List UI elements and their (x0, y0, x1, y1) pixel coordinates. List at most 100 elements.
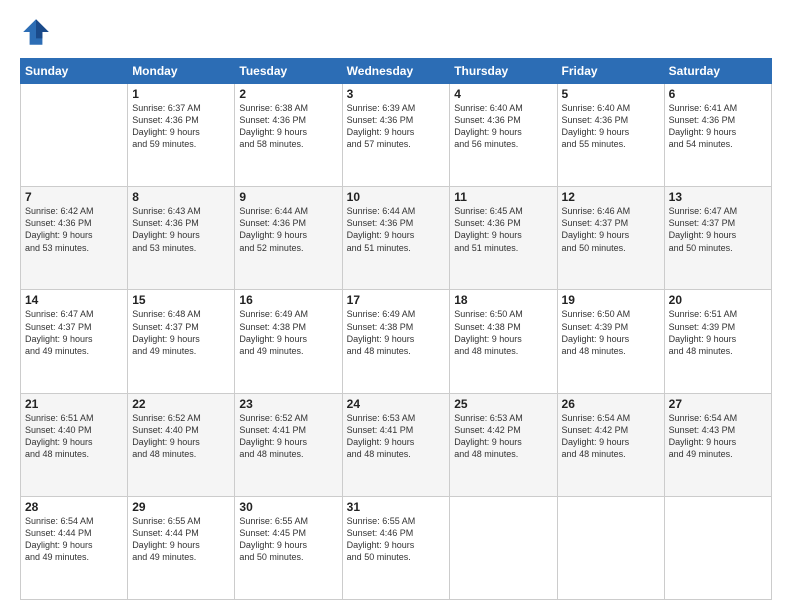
calendar-cell: 31Sunrise: 6:55 AMSunset: 4:46 PMDayligh… (342, 496, 450, 599)
calendar-cell: 1Sunrise: 6:37 AMSunset: 4:36 PMDaylight… (128, 84, 235, 187)
calendar-cell: 28Sunrise: 6:54 AMSunset: 4:44 PMDayligh… (21, 496, 128, 599)
day-number: 17 (347, 293, 446, 307)
day-number: 9 (239, 190, 337, 204)
day-number: 16 (239, 293, 337, 307)
calendar-cell: 23Sunrise: 6:52 AMSunset: 4:41 PMDayligh… (235, 393, 342, 496)
calendar-cell: 21Sunrise: 6:51 AMSunset: 4:40 PMDayligh… (21, 393, 128, 496)
day-info: Sunrise: 6:46 AMSunset: 4:37 PMDaylight:… (562, 205, 660, 254)
day-number: 22 (132, 397, 230, 411)
day-number: 19 (562, 293, 660, 307)
day-info: Sunrise: 6:51 AMSunset: 4:40 PMDaylight:… (25, 412, 123, 461)
day-number: 11 (454, 190, 552, 204)
day-info: Sunrise: 6:53 AMSunset: 4:42 PMDaylight:… (454, 412, 552, 461)
day-info: Sunrise: 6:39 AMSunset: 4:36 PMDaylight:… (347, 102, 446, 151)
header (20, 16, 772, 48)
day-info: Sunrise: 6:48 AMSunset: 4:37 PMDaylight:… (132, 308, 230, 357)
day-info: Sunrise: 6:55 AMSunset: 4:46 PMDaylight:… (347, 515, 446, 564)
day-number: 25 (454, 397, 552, 411)
day-info: Sunrise: 6:45 AMSunset: 4:36 PMDaylight:… (454, 205, 552, 254)
weekday-header-saturday: Saturday (664, 59, 771, 84)
calendar-cell: 13Sunrise: 6:47 AMSunset: 4:37 PMDayligh… (664, 187, 771, 290)
day-info: Sunrise: 6:55 AMSunset: 4:45 PMDaylight:… (239, 515, 337, 564)
calendar-cell (557, 496, 664, 599)
day-info: Sunrise: 6:53 AMSunset: 4:41 PMDaylight:… (347, 412, 446, 461)
day-number: 28 (25, 500, 123, 514)
calendar-cell: 19Sunrise: 6:50 AMSunset: 4:39 PMDayligh… (557, 290, 664, 393)
calendar-week-row: 7Sunrise: 6:42 AMSunset: 4:36 PMDaylight… (21, 187, 772, 290)
weekday-header-sunday: Sunday (21, 59, 128, 84)
day-info: Sunrise: 6:49 AMSunset: 4:38 PMDaylight:… (347, 308, 446, 357)
day-number: 24 (347, 397, 446, 411)
calendar-cell (450, 496, 557, 599)
calendar-cell: 24Sunrise: 6:53 AMSunset: 4:41 PMDayligh… (342, 393, 450, 496)
day-info: Sunrise: 6:44 AMSunset: 4:36 PMDaylight:… (347, 205, 446, 254)
calendar-cell: 15Sunrise: 6:48 AMSunset: 4:37 PMDayligh… (128, 290, 235, 393)
logo-icon (20, 16, 52, 48)
calendar-cell (21, 84, 128, 187)
day-number: 31 (347, 500, 446, 514)
day-number: 5 (562, 87, 660, 101)
calendar-cell: 2Sunrise: 6:38 AMSunset: 4:36 PMDaylight… (235, 84, 342, 187)
day-info: Sunrise: 6:50 AMSunset: 4:38 PMDaylight:… (454, 308, 552, 357)
day-info: Sunrise: 6:52 AMSunset: 4:41 PMDaylight:… (239, 412, 337, 461)
day-number: 26 (562, 397, 660, 411)
calendar-cell (664, 496, 771, 599)
calendar-cell: 9Sunrise: 6:44 AMSunset: 4:36 PMDaylight… (235, 187, 342, 290)
day-number: 6 (669, 87, 767, 101)
day-info: Sunrise: 6:41 AMSunset: 4:36 PMDaylight:… (669, 102, 767, 151)
logo (20, 16, 56, 48)
day-info: Sunrise: 6:44 AMSunset: 4:36 PMDaylight:… (239, 205, 337, 254)
day-number: 14 (25, 293, 123, 307)
day-info: Sunrise: 6:51 AMSunset: 4:39 PMDaylight:… (669, 308, 767, 357)
day-number: 3 (347, 87, 446, 101)
calendar: SundayMondayTuesdayWednesdayThursdayFrid… (20, 58, 772, 600)
calendar-cell: 27Sunrise: 6:54 AMSunset: 4:43 PMDayligh… (664, 393, 771, 496)
day-info: Sunrise: 6:52 AMSunset: 4:40 PMDaylight:… (132, 412, 230, 461)
calendar-cell: 14Sunrise: 6:47 AMSunset: 4:37 PMDayligh… (21, 290, 128, 393)
day-info: Sunrise: 6:54 AMSunset: 4:43 PMDaylight:… (669, 412, 767, 461)
day-number: 12 (562, 190, 660, 204)
calendar-cell: 29Sunrise: 6:55 AMSunset: 4:44 PMDayligh… (128, 496, 235, 599)
day-info: Sunrise: 6:50 AMSunset: 4:39 PMDaylight:… (562, 308, 660, 357)
day-number: 13 (669, 190, 767, 204)
page: SundayMondayTuesdayWednesdayThursdayFrid… (0, 0, 792, 612)
day-number: 21 (25, 397, 123, 411)
day-number: 20 (669, 293, 767, 307)
day-number: 2 (239, 87, 337, 101)
day-info: Sunrise: 6:47 AMSunset: 4:37 PMDaylight:… (25, 308, 123, 357)
calendar-cell: 5Sunrise: 6:40 AMSunset: 4:36 PMDaylight… (557, 84, 664, 187)
calendar-cell: 16Sunrise: 6:49 AMSunset: 4:38 PMDayligh… (235, 290, 342, 393)
calendar-cell: 10Sunrise: 6:44 AMSunset: 4:36 PMDayligh… (342, 187, 450, 290)
day-info: Sunrise: 6:37 AMSunset: 4:36 PMDaylight:… (132, 102, 230, 151)
calendar-cell: 20Sunrise: 6:51 AMSunset: 4:39 PMDayligh… (664, 290, 771, 393)
day-number: 29 (132, 500, 230, 514)
weekday-header-tuesday: Tuesday (235, 59, 342, 84)
weekday-header-wednesday: Wednesday (342, 59, 450, 84)
weekday-header-monday: Monday (128, 59, 235, 84)
calendar-cell: 22Sunrise: 6:52 AMSunset: 4:40 PMDayligh… (128, 393, 235, 496)
day-number: 7 (25, 190, 123, 204)
calendar-cell: 12Sunrise: 6:46 AMSunset: 4:37 PMDayligh… (557, 187, 664, 290)
calendar-week-row: 1Sunrise: 6:37 AMSunset: 4:36 PMDaylight… (21, 84, 772, 187)
day-info: Sunrise: 6:47 AMSunset: 4:37 PMDaylight:… (669, 205, 767, 254)
calendar-week-row: 21Sunrise: 6:51 AMSunset: 4:40 PMDayligh… (21, 393, 772, 496)
calendar-cell: 26Sunrise: 6:54 AMSunset: 4:42 PMDayligh… (557, 393, 664, 496)
calendar-week-row: 14Sunrise: 6:47 AMSunset: 4:37 PMDayligh… (21, 290, 772, 393)
calendar-cell: 3Sunrise: 6:39 AMSunset: 4:36 PMDaylight… (342, 84, 450, 187)
calendar-cell: 7Sunrise: 6:42 AMSunset: 4:36 PMDaylight… (21, 187, 128, 290)
day-number: 30 (239, 500, 337, 514)
day-info: Sunrise: 6:38 AMSunset: 4:36 PMDaylight:… (239, 102, 337, 151)
day-number: 1 (132, 87, 230, 101)
day-info: Sunrise: 6:40 AMSunset: 4:36 PMDaylight:… (562, 102, 660, 151)
weekday-header-row: SundayMondayTuesdayWednesdayThursdayFrid… (21, 59, 772, 84)
day-number: 18 (454, 293, 552, 307)
day-info: Sunrise: 6:42 AMSunset: 4:36 PMDaylight:… (25, 205, 123, 254)
calendar-cell: 30Sunrise: 6:55 AMSunset: 4:45 PMDayligh… (235, 496, 342, 599)
calendar-cell: 6Sunrise: 6:41 AMSunset: 4:36 PMDaylight… (664, 84, 771, 187)
day-number: 10 (347, 190, 446, 204)
day-number: 15 (132, 293, 230, 307)
calendar-cell: 17Sunrise: 6:49 AMSunset: 4:38 PMDayligh… (342, 290, 450, 393)
day-info: Sunrise: 6:43 AMSunset: 4:36 PMDaylight:… (132, 205, 230, 254)
day-number: 27 (669, 397, 767, 411)
day-info: Sunrise: 6:49 AMSunset: 4:38 PMDaylight:… (239, 308, 337, 357)
